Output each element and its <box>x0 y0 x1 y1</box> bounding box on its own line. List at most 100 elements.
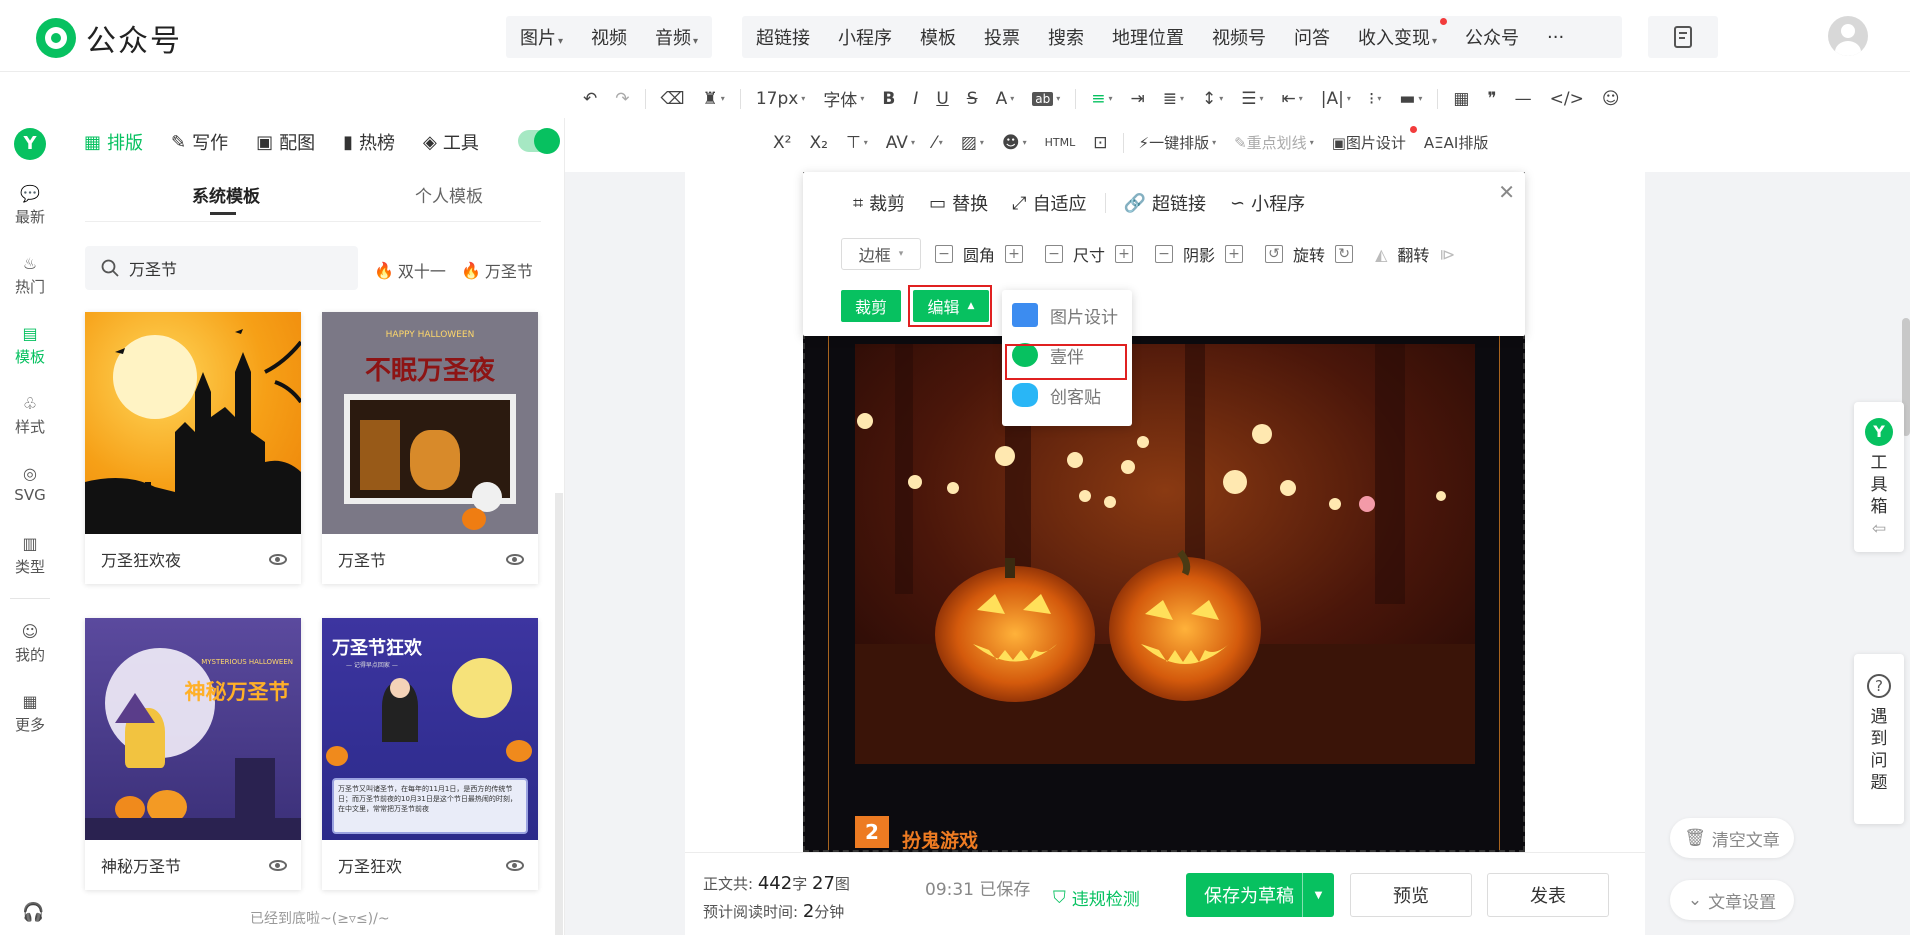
minus-icon[interactable]: − <box>935 245 953 263</box>
rail-type[interactable]: ▥ 类型 <box>0 534 60 577</box>
panel-scrollbar[interactable] <box>555 493 563 935</box>
italic-icon[interactable]: I <box>904 89 927 109</box>
divider-icon[interactable]: — <box>1506 89 1541 109</box>
format-painter-icon[interactable]: ♜ ▾ <box>694 89 734 109</box>
list-icon[interactable]: ⁝ ▾ <box>1360 89 1390 109</box>
font-color-icon[interactable]: A ▾ <box>987 89 1024 109</box>
tab-writing[interactable]: ✎ 写作 <box>157 118 242 166</box>
image-miniprogram-button[interactable]: ∽ 小程序 <box>1218 190 1317 216</box>
nav-more[interactable]: ··· <box>1533 27 1578 48</box>
yiban-logo-icon[interactable]: Y <box>14 128 46 160</box>
support-headset-icon[interactable]: 🎧 <box>22 902 44 923</box>
hot-tag-halloween[interactable]: 🔥 万圣节 <box>461 258 533 282</box>
app-logo[interactable]: 公众号 <box>36 16 182 60</box>
preview-eye-icon[interactable] <box>506 553 524 565</box>
eraser-icon[interactable]: ⌫ <box>652 89 694 109</box>
image-design-button[interactable]: ▣ 图片设计 <box>1323 126 1417 153</box>
chevron-down-icon[interactable]: ▼ <box>1302 873 1334 917</box>
tab-tools[interactable]: ◈ 工具 <box>409 118 493 166</box>
tab-layout[interactable]: ▦ 排版 <box>70 118 157 166</box>
image-fit-button[interactable]: ⤢ 自适应 <box>1000 190 1098 216</box>
bg-color-icon[interactable]: ab ▾ <box>1023 91 1069 106</box>
clear-format-icon[interactable]: ⊤ ▾ <box>837 133 877 153</box>
minus-icon[interactable]: − <box>1155 245 1174 263</box>
tab-image[interactable]: ▣ 配图 <box>242 118 329 166</box>
html-icon[interactable]: HTML <box>1036 136 1085 149</box>
nav-hyperlink[interactable]: 超链接 <box>742 24 824 50</box>
letter-spacing-icon[interactable]: |A| ▾ <box>1312 89 1360 109</box>
plus-icon[interactable]: + <box>1005 245 1024 263</box>
underline-icon[interactable]: U <box>927 89 957 109</box>
preview-eye-icon[interactable] <box>269 859 287 871</box>
publish-button[interactable]: 发表 <box>1487 873 1609 917</box>
tab-personal-templates[interactable]: 个人模板 <box>415 182 483 207</box>
margin-icon[interactable]: ⇤ ▾ <box>1273 89 1312 109</box>
rail-svg[interactable]: ◎ SVG <box>0 464 60 504</box>
toolkit-icon[interactable]: ⊡ <box>1084 133 1116 153</box>
image-crop-button[interactable]: ⌗ 裁剪 <box>841 190 917 216</box>
spacing-icon[interactable]: AV ▾ <box>877 133 924 153</box>
rail-style[interactable]: ♧ 样式 <box>0 394 60 437</box>
nav-qa[interactable]: 问答 <box>1280 24 1344 50</box>
code-icon[interactable]: </> <box>1541 89 1593 109</box>
save-draft-button[interactable]: 保存为草稿 ▼ <box>1186 873 1334 917</box>
paragraph-spacing-icon[interactable]: ☰ ▾ <box>1232 89 1272 109</box>
rotate-left-icon[interactable]: ↺ <box>1265 245 1284 263</box>
rail-latest[interactable]: 💬 最新 <box>0 184 60 227</box>
tab-hotlist[interactable]: ▮ 热榜 <box>329 118 409 166</box>
font-family-select[interactable]: 字体 ▾ <box>814 86 873 111</box>
subscript-icon[interactable]: X₂ <box>800 133 836 153</box>
dropdown-item-chuangketie[interactable]: 创客贴 <box>1012 380 1101 410</box>
help-button[interactable]: ? 遇 到 问 题 <box>1854 654 1904 824</box>
preview-eye-icon[interactable] <box>269 553 287 565</box>
article-settings-button[interactable]: ⌄ 文章设置 <box>1670 880 1794 920</box>
template-search-input[interactable]: 万圣节 <box>85 246 358 290</box>
selected-article-image[interactable] <box>855 344 1475 764</box>
nav-template[interactable]: 模板 <box>906 24 970 50</box>
rail-more[interactable]: ▦ 更多 <box>0 692 60 735</box>
one-click-layout-button[interactable]: ⚡ 一键排版 ▾ <box>1130 132 1226 153</box>
nav-audio[interactable]: 音频 ▾ <box>641 24 712 50</box>
nav-video[interactable]: 视频 <box>577 24 641 50</box>
violation-check-button[interactable]: ⛉ 违规检测 <box>1053 885 1140 911</box>
rail-mine[interactable]: ☺ 我的 <box>0 622 60 665</box>
template-card[interactable]: HAPPY HALLOWEEN 不眠万圣夜 万圣节 <box>322 312 538 584</box>
border-style-icon[interactable]: ▬ ▾ <box>1390 89 1431 109</box>
flip-horizontal-icon[interactable]: ◭ <box>1375 245 1387 264</box>
indent-icon[interactable]: ⇥ <box>1121 89 1153 109</box>
first-indent-icon[interactable]: ≣ ▾ <box>1154 89 1193 109</box>
undo-icon[interactable]: ↶ <box>574 89 606 109</box>
user-avatar[interactable] <box>1828 16 1868 56</box>
tab-system-templates[interactable]: 系统模板 <box>192 182 260 207</box>
image-insert-icon[interactable]: ▨ ▾ <box>952 133 993 153</box>
nav-vote[interactable]: 投票 <box>970 24 1034 50</box>
dropdown-item-image-design[interactable]: 图片设计 <box>1012 300 1118 330</box>
ai-layout-button[interactable]: AΞ AI排版 <box>1415 132 1497 153</box>
nav-search[interactable]: 搜索 <box>1034 24 1098 50</box>
close-icon[interactable]: ✕ <box>1498 180 1515 204</box>
template-card[interactable]: 万圣狂欢夜 <box>85 312 301 584</box>
nav-image[interactable]: 图片 ▾ <box>506 24 577 50</box>
hot-tag-double11[interactable]: 🔥 双十一 <box>374 258 446 282</box>
image-hyperlink-button[interactable]: 🔗 超链接 <box>1112 190 1218 216</box>
strikethrough-icon[interactable]: S <box>958 89 987 109</box>
nav-channels[interactable]: 视频号 <box>1198 24 1280 50</box>
border-select[interactable]: 边框 ▾ <box>841 238 921 270</box>
preview-button[interactable]: 预览 <box>1350 873 1472 917</box>
nav-monetize[interactable]: 收入变现 ▾ <box>1344 18 1451 50</box>
quote-icon[interactable]: ❞ <box>1478 89 1505 109</box>
line-height-icon[interactable]: ↕ ▾ <box>1193 89 1232 109</box>
nav-official-account[interactable]: 公众号 <box>1451 24 1533 50</box>
clear-article-button[interactable]: 🗑 清空文章 <box>1670 818 1794 858</box>
rotate-right-icon[interactable]: ↻ <box>1335 245 1354 263</box>
sticker-icon[interactable]: ☻ ▾ <box>993 133 1036 153</box>
template-card[interactable]: 万圣节狂欢 — 记得早点回家 — 万圣节又叫诸圣节，在每年的11月1日，是西方的… <box>322 618 538 890</box>
minus-icon[interactable]: − <box>1045 245 1064 263</box>
nav-miniprogram[interactable]: 小程序 <box>824 24 906 50</box>
toolbox-panel-button[interactable]: Y 工 具 箱 ⇦ <box>1854 402 1904 552</box>
template-card[interactable]: MYSTERIOUS HALLOWEEN 神秘万圣节 神秘万圣节 <box>85 618 301 890</box>
plus-icon[interactable]: + <box>1225 245 1244 263</box>
redo-icon[interactable]: ↷ <box>606 89 638 109</box>
font-size-select[interactable]: 17px ▾ <box>747 89 815 109</box>
bold-icon[interactable]: B <box>873 89 904 109</box>
